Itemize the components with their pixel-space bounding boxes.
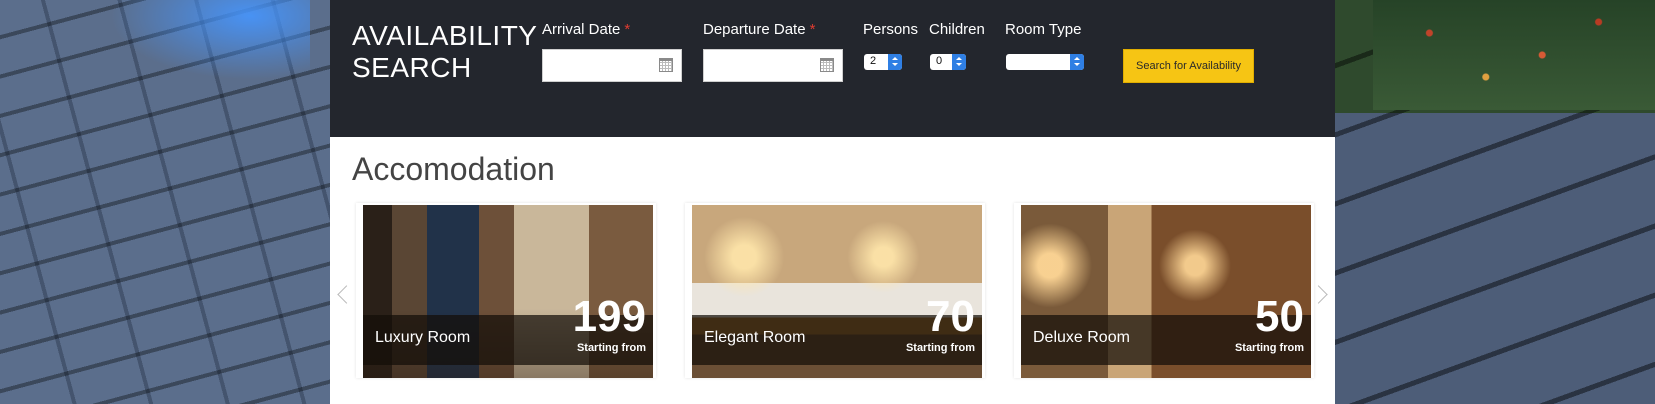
chevron-updown-icon <box>1070 54 1084 70</box>
arrival-date-label: Arrival Date * <box>542 21 630 38</box>
background-glow <box>110 0 310 80</box>
room-card-deluxe[interactable]: Deluxe Room 50 Starting from <box>1014 203 1314 378</box>
chevron-updown-icon <box>888 54 902 70</box>
arrival-date-label-text: Arrival Date <box>542 21 621 38</box>
background-left <box>0 0 330 404</box>
room-price-note: Starting from <box>1234 342 1304 354</box>
room-price: 70 <box>926 292 975 341</box>
background-flowers <box>1373 0 1655 110</box>
required-mark: * <box>624 21 631 38</box>
arrival-date-input[interactable] <box>542 49 682 82</box>
room-price: 199 <box>572 292 646 341</box>
departure-date-label: Departure Date * <box>703 21 815 38</box>
required-mark: * <box>809 21 816 38</box>
room-card-luxury[interactable]: Luxury Room 199 Starting from <box>356 203 656 378</box>
calendar-icon[interactable] <box>820 58 834 72</box>
persons-select[interactable]: 2 <box>864 54 902 70</box>
children-select[interactable]: 0 <box>930 54 966 70</box>
chevron-right-icon[interactable] <box>1316 284 1328 306</box>
room-price-note: Starting from <box>576 342 646 354</box>
background-right <box>1333 0 1655 404</box>
chevron-updown-icon <box>952 54 966 70</box>
room-type-select[interactable] <box>1006 54 1084 70</box>
children-label: Children <box>929 21 985 38</box>
search-title: AVAILABILITY SEARCH <box>352 20 538 84</box>
room-price: 50 <box>1255 292 1304 341</box>
room-type-label: Room Type <box>1005 21 1082 38</box>
room-name: Luxury Room <box>375 329 471 346</box>
search-title-line2: SEARCH <box>352 52 472 83</box>
room-name: Elegant Room <box>704 329 806 346</box>
chevron-left-icon[interactable] <box>336 284 348 306</box>
departure-date-label-text: Departure Date <box>703 21 806 38</box>
accommodation-title: Accomodation <box>352 151 555 187</box>
room-card-elegant[interactable]: Elegant Room 70 Starting from <box>685 203 985 378</box>
room-name: Deluxe Room <box>1033 329 1130 346</box>
search-availability-button[interactable]: Search for Availability <box>1123 49 1254 83</box>
search-title-line1: AVAILABILITY <box>352 20 538 51</box>
departure-date-input[interactable] <box>703 49 843 82</box>
persons-label: Persons <box>863 21 919 38</box>
availability-search-bar: AVAILABILITY SEARCH Arrival Date * Depart… <box>330 0 1335 137</box>
main-content: AVAILABILITY SEARCH Arrival Date * Depart… <box>330 0 1335 404</box>
room-price-note: Starting from <box>905 342 975 354</box>
persons-value: 2 <box>870 55 877 67</box>
children-value: 0 <box>936 55 943 67</box>
calendar-icon[interactable] <box>659 58 673 72</box>
